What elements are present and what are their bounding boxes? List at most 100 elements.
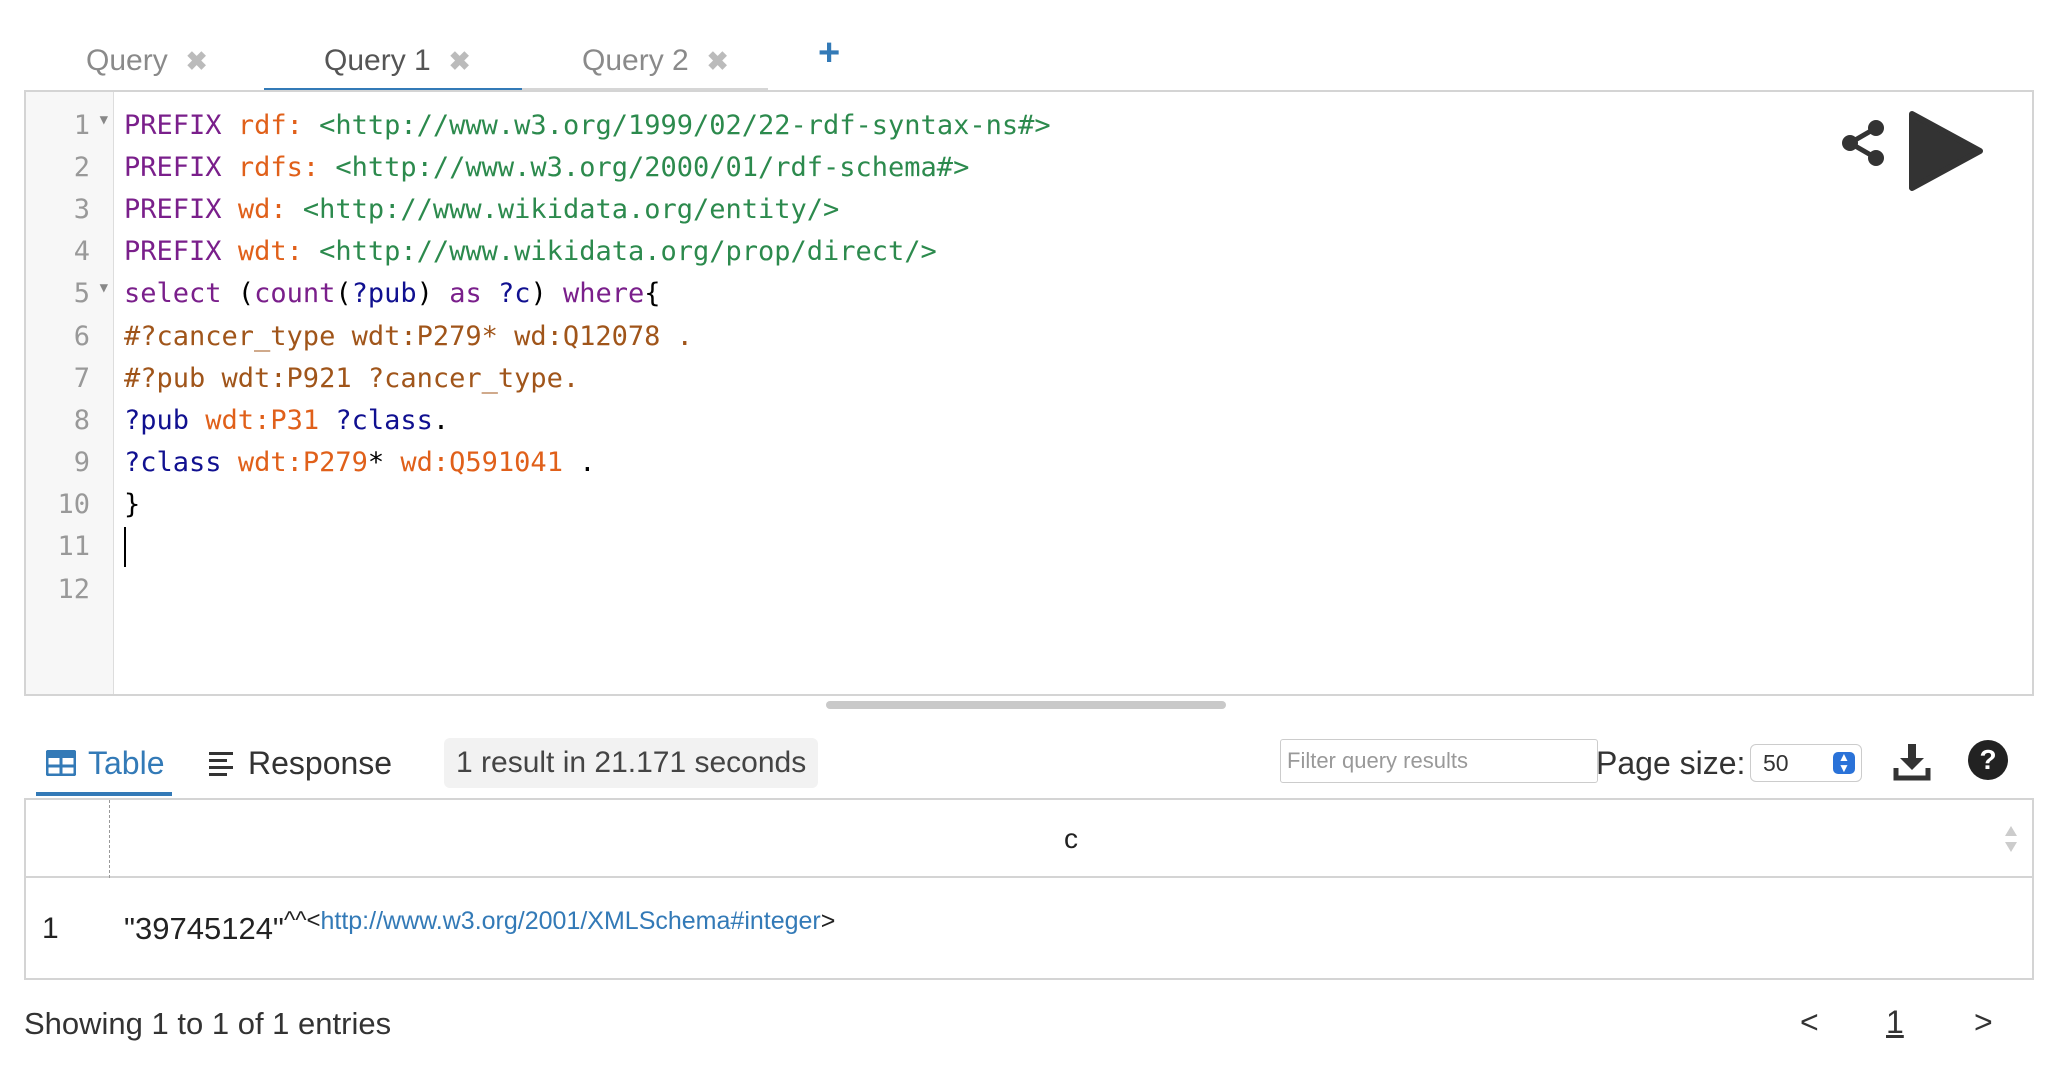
tab-label: Table bbox=[88, 744, 165, 781]
page-size-label: Page size: bbox=[1596, 744, 1746, 781]
iri: <http://www.w3.org/1999/02/22-rdf-syntax… bbox=[319, 109, 1051, 141]
code-line: 7 #?pub wdt:P921 ?cancer_type. bbox=[26, 357, 2032, 399]
prefixed-name: wd:Q591041 bbox=[400, 447, 563, 479]
code-line: 12 bbox=[26, 568, 2032, 610]
datatype-link[interactable]: http://www.w3.org/2001/XMLSchema#integer bbox=[320, 907, 820, 936]
literal-value: "39745124" bbox=[124, 911, 284, 946]
close-icon[interactable]: ✖ bbox=[186, 46, 208, 77]
prefixed-name: wdt:P31 bbox=[205, 404, 320, 436]
fold-arrow-icon[interactable]: ▼ bbox=[100, 280, 108, 296]
prefix-name: wdt: bbox=[237, 236, 303, 268]
tab-label: Response bbox=[248, 744, 393, 781]
table-row: 1 "39745124" ^^< http://www.w3.org/2001/XM… bbox=[26, 878, 2032, 980]
active-result-tab-indicator bbox=[36, 792, 172, 796]
line-number: 9 bbox=[73, 447, 90, 479]
code-line: 1 ▼ PREFIX rdf: <http://www.w3.org/1999/0… bbox=[26, 104, 2032, 146]
keyword: PREFIX bbox=[124, 193, 222, 225]
keyword: select bbox=[124, 278, 222, 310]
text-cursor bbox=[124, 526, 126, 567]
variable: ?class bbox=[335, 404, 433, 436]
iri: <http://www.wikidata.org/entity/> bbox=[302, 193, 840, 225]
tab-label: Query 1 bbox=[324, 44, 431, 77]
select-arrows-icon: ▲ ▼ bbox=[1833, 751, 1855, 774]
punct: ) bbox=[530, 278, 547, 310]
share-icon[interactable] bbox=[1838, 118, 1888, 168]
keyword: as bbox=[449, 278, 482, 310]
code-line: 2 PREFIX rdfs: <http://www.w3.org/2000/0… bbox=[26, 146, 2032, 188]
variable: ?pub bbox=[124, 404, 190, 436]
results-summary: 1 result in 21.171 seconds bbox=[444, 738, 819, 788]
lines-icon bbox=[209, 752, 233, 776]
line-number: 8 bbox=[73, 404, 90, 436]
punct: ( bbox=[237, 278, 255, 310]
keyword: PREFIX bbox=[124, 151, 222, 183]
code-line: 6 #?cancer_type wdt:P279* wd:Q12078 . bbox=[26, 315, 2032, 357]
variable: ?pub bbox=[351, 278, 417, 310]
line-number: 12 bbox=[57, 573, 90, 605]
comment: #?cancer_type wdt:P279* wd:Q12078 . bbox=[124, 320, 693, 352]
index-column-header bbox=[26, 800, 110, 878]
punct: ( bbox=[335, 278, 352, 310]
line-number: 1 bbox=[73, 109, 90, 141]
add-tab-button[interactable]: + bbox=[818, 32, 840, 75]
tab-query-2[interactable]: Query 2 ✖ bbox=[582, 30, 729, 92]
previous-page-button[interactable]: < bbox=[1800, 1004, 1819, 1041]
filter-input[interactable] bbox=[1280, 739, 1598, 783]
iri: <http://www.wikidata.org/prop/direct/> bbox=[319, 236, 937, 268]
line-number: 11 bbox=[57, 531, 90, 563]
tab-table[interactable]: Table bbox=[46, 730, 165, 796]
download-icon[interactable] bbox=[1892, 742, 1932, 782]
line-number: 3 bbox=[73, 193, 90, 225]
datatype-close: > bbox=[820, 906, 836, 935]
prefix-name: wd: bbox=[237, 193, 287, 225]
row-index: 1 bbox=[42, 912, 59, 945]
variable: ?class bbox=[124, 447, 222, 479]
punct: * bbox=[367, 447, 385, 479]
line-number: 5 bbox=[73, 278, 90, 310]
keyword: count bbox=[254, 278, 336, 310]
keyword: PREFIX bbox=[124, 236, 222, 268]
results-toolbar: Table Response 1 result in 21.171 second… bbox=[24, 730, 2034, 796]
tab-query-1[interactable]: Query 1 ✖ bbox=[324, 30, 471, 92]
line-number: 6 bbox=[73, 320, 90, 352]
results-table: c 1 "39745124" ^^< http://www.w3.org/2001/… bbox=[24, 798, 2034, 980]
tab-label: Query bbox=[86, 44, 168, 77]
code-line: 9 ?class wdt:P279* wd:Q591041 . bbox=[26, 442, 2032, 484]
page-size-select[interactable]: 50 ▲ ▼ bbox=[1750, 744, 1862, 782]
prefix-name: rdfs: bbox=[237, 151, 320, 183]
next-page-button[interactable]: > bbox=[1974, 1004, 1993, 1041]
help-icon[interactable]: ? bbox=[1968, 740, 2008, 780]
run-query-icon[interactable] bbox=[1908, 110, 1984, 192]
punct: } bbox=[124, 489, 141, 521]
fold-arrow-icon[interactable]: ▼ bbox=[100, 112, 108, 128]
column-header-c[interactable]: c bbox=[110, 800, 2032, 878]
tab-label: Query 2 bbox=[582, 44, 689, 77]
datatype-separator: ^^< bbox=[283, 907, 321, 934]
query-editor[interactable]: 1 ▼ PREFIX rdf: <http://www.w3.org/1999/0… bbox=[24, 90, 2034, 696]
tab-query[interactable]: Query ✖ bbox=[86, 30, 208, 92]
sort-icon[interactable] bbox=[2004, 824, 2018, 854]
prefix-name: rdf: bbox=[237, 109, 303, 141]
tab-response[interactable]: Response bbox=[208, 730, 392, 796]
iri: <http://www.w3.org/2000/01/rdf-schema#> bbox=[335, 151, 970, 183]
keyword: PREFIX bbox=[124, 109, 222, 141]
result-cell: "39745124" ^^< http://www.w3.org/2001/XMLS… bbox=[124, 878, 835, 980]
prefixed-name: wdt:P279 bbox=[237, 447, 368, 479]
page-size-value: 50 bbox=[1763, 749, 1789, 776]
line-number: 2 bbox=[73, 151, 90, 183]
variable: ?c bbox=[497, 278, 531, 310]
table-header: c bbox=[26, 800, 2032, 878]
line-number: 4 bbox=[73, 236, 90, 268]
punct: . bbox=[432, 404, 450, 436]
page-1-button[interactable]: 1 bbox=[1886, 1004, 1904, 1041]
punct: ) bbox=[416, 278, 433, 310]
close-icon[interactable]: ✖ bbox=[449, 46, 471, 77]
resize-handle[interactable] bbox=[826, 701, 1226, 709]
code-line: 4 PREFIX wdt: <http://www.wikidata.org/p… bbox=[26, 231, 2032, 273]
code-lines: 1 ▼ PREFIX rdf: <http://www.w3.org/1999/0… bbox=[26, 104, 2032, 610]
keyword: where bbox=[563, 278, 645, 310]
comment: #?pub wdt:P921 ?cancer_type. bbox=[124, 362, 580, 394]
close-icon[interactable]: ✖ bbox=[707, 46, 729, 77]
entries-info: Showing 1 to 1 of 1 entries bbox=[24, 1006, 392, 1041]
code-line: 5 ▼ select (count(?pub) as ?c) where{ bbox=[26, 273, 2032, 315]
